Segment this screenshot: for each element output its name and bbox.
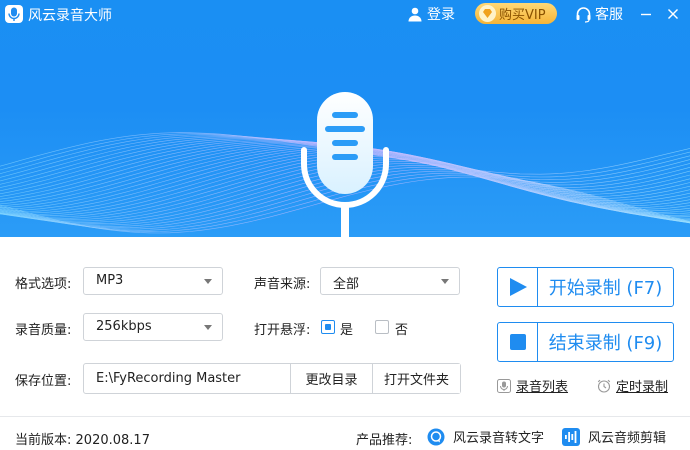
audio-wave-icon <box>562 427 580 446</box>
save-path-input[interactable] <box>84 364 290 393</box>
source-value: 全部 <box>333 277 360 292</box>
product-speech-to-text-link[interactable]: 风云录音转文字 <box>427 427 544 446</box>
play-icon <box>510 278 527 296</box>
start-recording-label: 开始录制 (F7) <box>548 278 663 299</box>
service-label: 客服 <box>595 7 623 23</box>
stop-icon <box>510 334 526 350</box>
format-select[interactable]: MP3 <box>83 267 223 295</box>
buy-vip-button[interactable]: 购买VIP <box>475 3 557 24</box>
open-folder-button[interactable]: 打开文件夹 <box>372 364 460 393</box>
recording-list-label: 录音列表 <box>516 380 569 395</box>
chat-bubble-icon <box>427 428 445 445</box>
recommend-label: 产品推荐: <box>356 433 413 448</box>
chevron-down-icon <box>204 279 212 284</box>
app-logo-icon <box>5 5 23 23</box>
headset-icon <box>576 6 591 23</box>
stop-icon-cell <box>498 323 538 361</box>
product-audio-editor-label: 风云音频剪辑 <box>588 431 667 446</box>
change-directory-button[interactable]: 更改目录 <box>290 364 372 393</box>
product-audio-editor-link[interactable]: 风云音频剪辑 <box>562 427 666 446</box>
header-banner: 风云录音大师 登录 购买VIP 客服 <box>0 0 690 237</box>
float-yes-checkbox[interactable] <box>321 320 335 334</box>
product-speech-to-text-label: 风云录音转文字 <box>453 431 545 446</box>
customer-service-button[interactable]: 客服 <box>575 4 623 24</box>
format-value: MP3 <box>96 273 124 288</box>
footer-divider <box>0 416 690 417</box>
save-location-box: 更改目录 打开文件夹 <box>83 363 461 394</box>
minimize-icon[interactable] <box>637 5 655 23</box>
save-location-label: 保存位置: <box>15 374 72 389</box>
login-label: 登录 <box>427 7 455 23</box>
recording-list-link[interactable]: 录音列表 <box>497 376 568 395</box>
start-recording-button[interactable]: 开始录制 (F7) <box>497 267 674 307</box>
version-label: 当前版本: <box>15 433 72 448</box>
app-title: 风云录音大师 <box>28 8 112 24</box>
quality-label: 录音质量: <box>15 323 72 338</box>
alarm-clock-icon <box>597 379 611 393</box>
user-icon <box>408 7 422 22</box>
diamond-icon <box>479 5 496 22</box>
quality-value: 256kbps <box>96 319 152 334</box>
source-label: 声音来源: <box>254 277 311 292</box>
float-label: 打开悬浮: <box>254 323 311 338</box>
quality-select[interactable]: 256kbps <box>83 313 223 341</box>
chevron-down-icon <box>441 279 449 284</box>
format-label: 格式选项: <box>15 277 72 292</box>
buy-vip-label: 购买VIP <box>499 8 546 23</box>
scheduled-recording-label: 定时录制 <box>616 380 669 395</box>
scheduled-recording-link[interactable]: 定时录制 <box>597 376 668 395</box>
mic-small-icon <box>497 378 511 393</box>
float-no-checkbox[interactable] <box>375 320 389 334</box>
float-yes-label: 是 <box>340 323 354 338</box>
chevron-down-icon <box>204 325 212 330</box>
stop-recording-button[interactable]: 结束录制 (F9) <box>497 322 674 362</box>
float-no-label: 否 <box>395 323 409 338</box>
version-value: 2020.08.17 <box>75 433 150 448</box>
title-bar: 风云录音大师 登录 购买VIP 客服 <box>0 0 690 28</box>
source-select[interactable]: 全部 <box>320 267 460 295</box>
microphone-icon <box>301 92 389 237</box>
stop-recording-label: 结束录制 (F9) <box>548 333 663 354</box>
login-button[interactable]: 登录 <box>407 4 455 24</box>
close-icon[interactable] <box>664 5 682 23</box>
start-icon-cell <box>498 268 538 306</box>
version-info: 当前版本: 2020.08.17 <box>15 429 150 448</box>
